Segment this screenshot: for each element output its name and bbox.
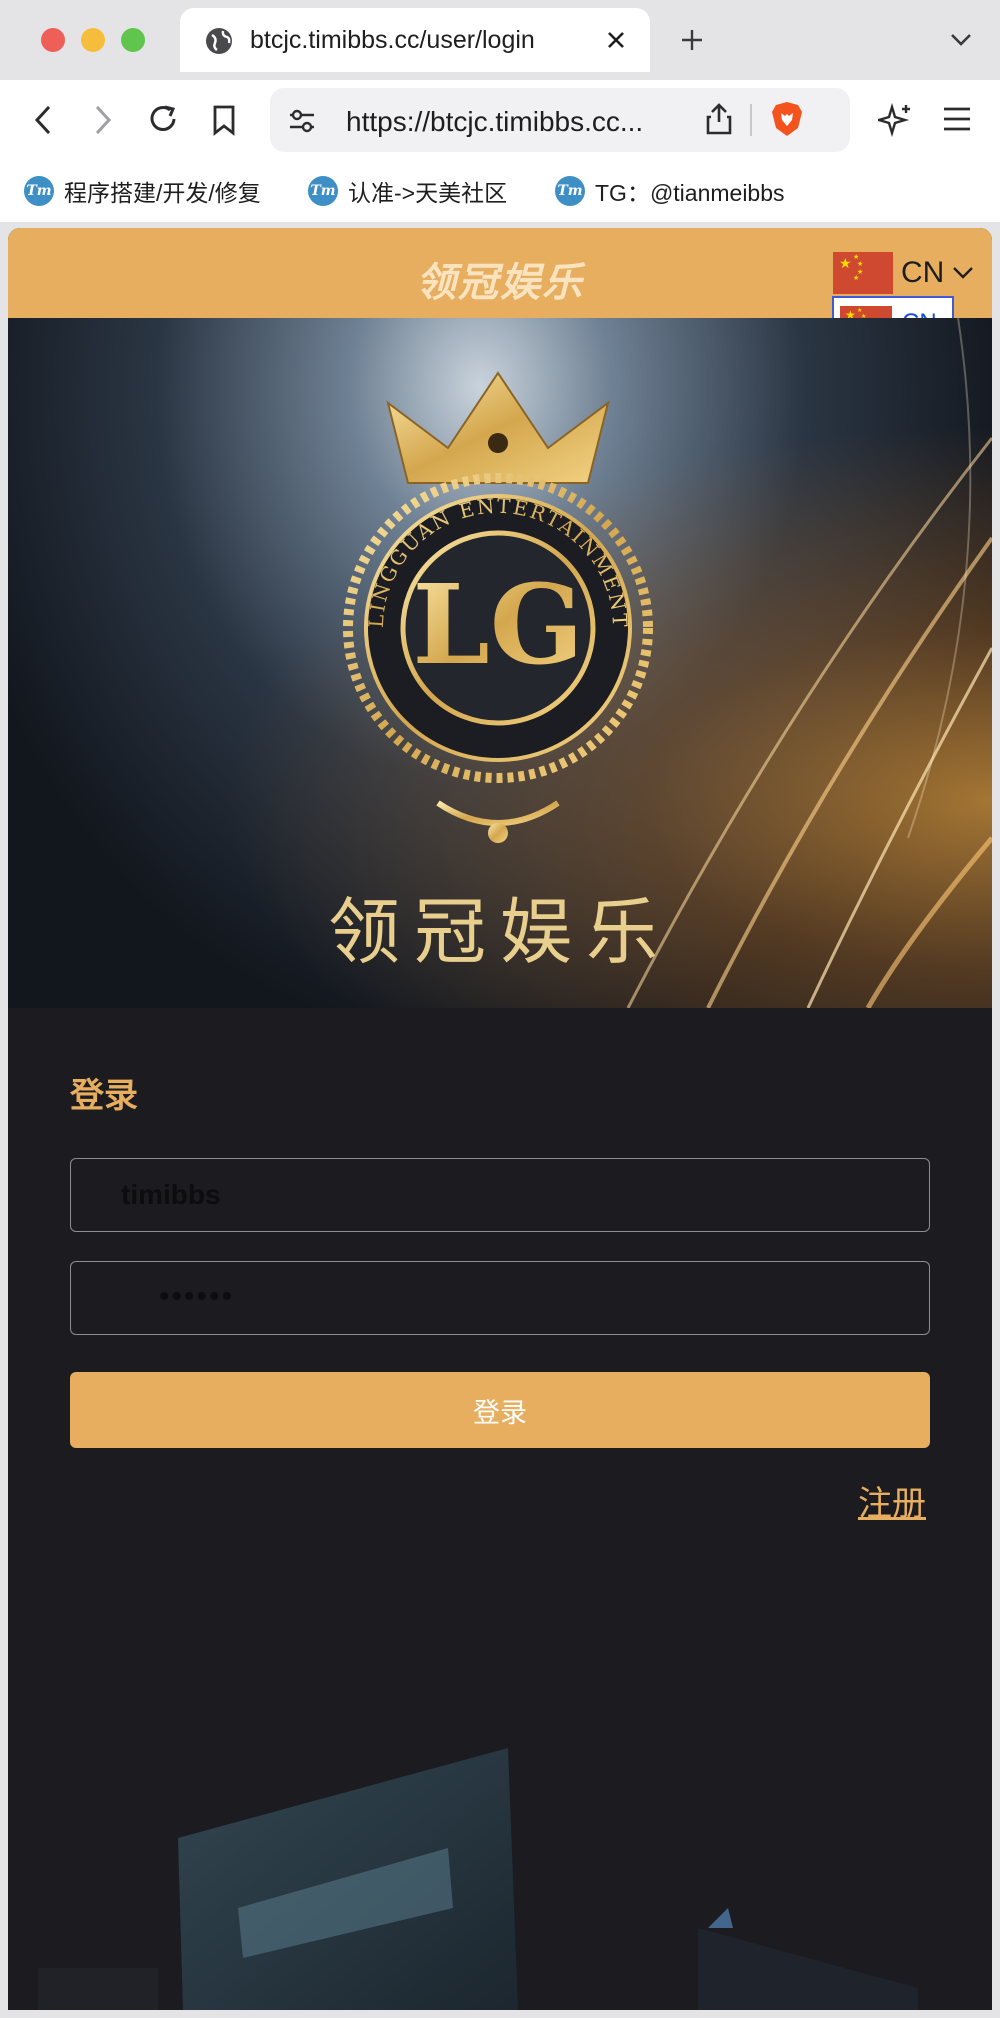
bookmark-item[interactable]: Tm 程序搭建/开发/修复 xyxy=(24,174,261,208)
close-window-button[interactable] xyxy=(41,28,65,52)
cn-flag-icon: ★ ★ ★ ★ ★ xyxy=(833,252,893,294)
bookmarks-bar: Tm 程序搭建/开发/修复 Tm 认准->天美社区 Tm TG：@tianmei… xyxy=(0,160,1000,222)
register-link[interactable]: 注册 xyxy=(858,1476,926,1525)
active-tab[interactable]: btcjc.timibbs.cc/user/login xyxy=(180,8,650,72)
page-content: 领冠娱乐 ★ ★ ★ ★ ★ CN ★ ★ ★ ★ ★ CN xyxy=(8,228,992,2010)
banner-brand-name: 领冠娱乐 xyxy=(327,890,672,974)
back-icon[interactable] xyxy=(32,104,54,136)
address-bar[interactable]: https://btcjc.timibbs.cc... xyxy=(270,88,850,152)
minimize-window-button[interactable] xyxy=(81,28,105,52)
new-tab-icon[interactable] xyxy=(680,28,704,52)
password-input[interactable]: •••••• xyxy=(70,1261,930,1335)
bookmark-favicon: Tm xyxy=(555,176,585,206)
tab-title: btcjc.timibbs.cc/user/login xyxy=(250,26,535,54)
current-language: CN xyxy=(901,256,945,289)
bookmark-label: TG：@tianmeibbs xyxy=(595,180,785,206)
menu-icon[interactable] xyxy=(942,106,972,132)
bookmark-item[interactable]: Tm 认准->天美社区 xyxy=(308,174,507,208)
forward-icon[interactable] xyxy=(92,104,114,136)
tab-bar: btcjc.timibbs.cc/user/login xyxy=(0,0,1000,80)
leo-ai-icon[interactable] xyxy=(878,102,914,138)
close-tab-icon[interactable] xyxy=(606,30,626,50)
bookmark-favicon: Tm xyxy=(308,176,338,206)
globe-icon xyxy=(206,28,232,54)
bookmark-favicon: Tm xyxy=(24,176,54,206)
maximize-window-button[interactable] xyxy=(121,28,145,52)
chevron-down-icon xyxy=(953,267,974,279)
brave-shields-icon[interactable] xyxy=(770,100,804,138)
share-icon[interactable] xyxy=(705,102,733,136)
login-button[interactable]: 登录 xyxy=(70,1372,930,1448)
username-value[interactable]: timibbs xyxy=(121,1179,221,1211)
chevron-down-icon[interactable] xyxy=(950,32,972,48)
password-value[interactable]: •••••• xyxy=(159,1280,234,1314)
url-text[interactable]: https://btcjc.timibbs.cc... xyxy=(346,106,643,138)
address-divider xyxy=(750,104,752,136)
bookmark-item[interactable]: Tm TG：@tianmeibbs xyxy=(555,174,785,208)
bookmark-label: 程序搭建/开发/修复 xyxy=(64,180,261,206)
language-selector[interactable]: ★ ★ ★ ★ ★ CN xyxy=(833,252,974,294)
lg-emblem-logo: LINGGUAN ENTERTAINMENT LG xyxy=(343,371,653,843)
bookmark-label: 认准->天美社区 xyxy=(348,180,508,206)
browser-toolbar: https://btcjc.timibbs.cc... xyxy=(0,80,1000,160)
username-input[interactable]: timibbs xyxy=(70,1158,930,1232)
site-settings-icon[interactable] xyxy=(288,108,316,134)
bookmark-icon[interactable] xyxy=(211,104,237,136)
login-heading: 登录 xyxy=(70,1077,138,1115)
emblem-monogram: LG xyxy=(412,560,583,689)
hero-banner: LINGGUAN ENTERTAINMENT LG 领冠娱乐 xyxy=(8,318,992,1008)
reload-icon[interactable] xyxy=(147,102,181,136)
background-decoration xyxy=(38,1748,918,2010)
